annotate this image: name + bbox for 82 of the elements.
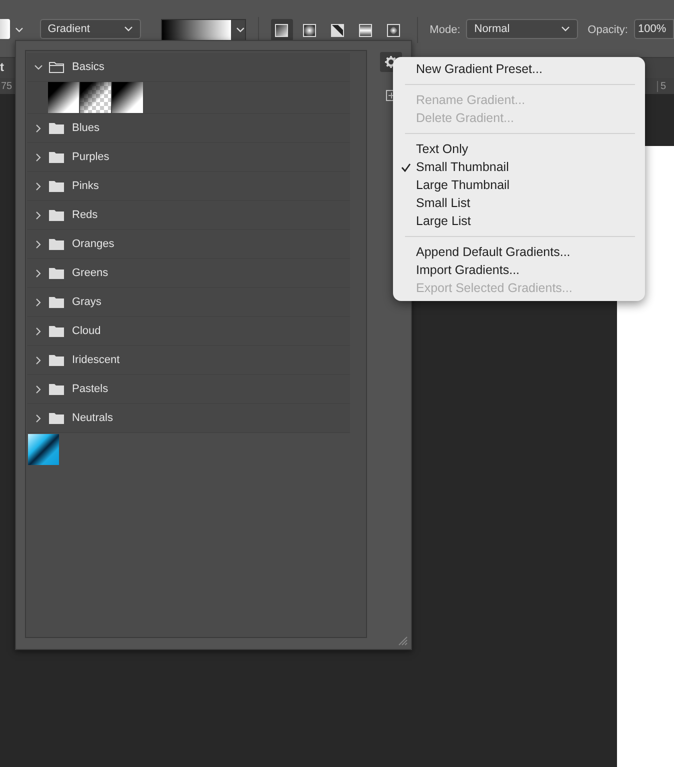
- menu-item[interactable]: Text Only: [393, 140, 645, 158]
- folder-icon: [49, 209, 64, 221]
- caret-icon: [124, 26, 133, 32]
- group-name: Pinks: [72, 180, 99, 192]
- chevron-right-icon[interactable]: [34, 240, 43, 248]
- gradient-group-row[interactable]: Pastels: [27, 375, 350, 404]
- chevron-right-icon[interactable]: [34, 298, 43, 306]
- gradient-group-row[interactable]: Blues: [27, 114, 350, 143]
- gradient-group-row[interactable]: Pinks: [27, 172, 350, 201]
- group-name: Purples: [72, 151, 110, 163]
- gradient-group-row[interactable]: Oranges: [27, 230, 350, 259]
- folder-icon: [49, 180, 64, 192]
- menu-item[interactable]: Append Default Gradients...: [393, 243, 645, 261]
- gradient-group-row[interactable]: Cloud: [27, 317, 350, 346]
- menu-item[interactable]: Small List: [393, 194, 645, 212]
- ruler-label: 75: [0, 80, 12, 92]
- gradient-type-dropdown[interactable]: Gradient: [40, 19, 141, 39]
- menu-item[interactable]: New Gradient Preset...: [393, 60, 645, 78]
- folder-icon: [49, 383, 64, 395]
- opacity-field[interactable]: 100%: [634, 19, 674, 39]
- gradient-swatch[interactable]: [112, 82, 143, 112]
- gear-icon: [385, 56, 397, 68]
- caret-icon: [560, 26, 570, 32]
- caret-icon[interactable]: [15, 27, 24, 33]
- folder-icon: [49, 267, 64, 279]
- gradient-group-row[interactable]: Reds: [27, 201, 350, 230]
- mode-label: Mode:: [430, 24, 460, 36]
- folder-icon: [49, 296, 64, 308]
- document-tab[interactable]: t: [0, 60, 4, 74]
- group-name: Greens: [72, 267, 108, 279]
- folder-icon: [49, 412, 64, 424]
- preset-swatch[interactable]: [0, 19, 10, 39]
- menu-item[interactable]: Small Thumbnail: [393, 158, 645, 176]
- gradient-group-row[interactable]: Basics: [27, 53, 350, 82]
- group-name: Oranges: [72, 238, 114, 250]
- chevron-right-icon[interactable]: [34, 182, 43, 190]
- folder-icon: [49, 354, 64, 366]
- chevron-right-icon[interactable]: [34, 152, 43, 162]
- linear-gradient-icon: [275, 24, 288, 36]
- chevron-right-icon[interactable]: [34, 326, 43, 336]
- group-name: Iridescent: [72, 354, 120, 366]
- gradient-swatch[interactable]: [28, 434, 59, 465]
- gradient-group-row[interactable]: Iridescent: [27, 346, 350, 375]
- folder-icon: [49, 325, 64, 337]
- gradient-swatch[interactable]: [48, 82, 79, 112]
- mode-dropdown[interactable]: Normal: [466, 19, 578, 39]
- opacity-label: Opacity:: [588, 24, 628, 36]
- diamond-gradient-icon: [387, 24, 400, 36]
- ruler-label: 5: [657, 80, 674, 92]
- chevron-right-icon[interactable]: [34, 356, 43, 364]
- folder-icon: [49, 151, 64, 163]
- group-name: Pastels: [72, 383, 108, 395]
- group-name: Grays: [72, 296, 102, 308]
- reflected-gradient-icon: [359, 24, 372, 36]
- gradient-group-row[interactable]: Purples: [27, 143, 350, 172]
- radial-gradient-icon: [303, 24, 316, 36]
- group-name: Basics: [72, 61, 104, 73]
- folder-icon: [49, 122, 64, 134]
- gradient-swatch[interactable]: [80, 82, 111, 112]
- chevron-right-icon[interactable]: [34, 124, 43, 132]
- gradient-group-row[interactable]: Greens: [27, 259, 350, 288]
- gradient-group-row[interactable]: Neutrals: [27, 404, 350, 433]
- chevron-right-icon[interactable]: [34, 384, 43, 394]
- chevron-right-icon[interactable]: [34, 268, 43, 278]
- chevron-right-icon[interactable]: [34, 210, 43, 220]
- menu-item[interactable]: Large List: [393, 212, 645, 230]
- group-name: Neutrals: [72, 412, 113, 424]
- chevron-right-icon[interactable]: [34, 414, 43, 422]
- gradient-style-button[interactable]: [270, 19, 293, 41]
- folder-icon: [49, 238, 64, 250]
- gradient-picker[interactable]: [160, 19, 246, 41]
- angle-gradient-icon: [331, 24, 344, 36]
- gradient-group-row[interactable]: Grays: [27, 288, 350, 317]
- group-name: Cloud: [72, 325, 101, 337]
- menu-item[interactable]: Large Thumbnail: [393, 176, 645, 194]
- group-name: Blues: [72, 122, 100, 134]
- folder-icon: [49, 61, 64, 73]
- chevron-down-icon[interactable]: [34, 62, 43, 72]
- resize-grip-icon[interactable]: [398, 636, 408, 646]
- group-name: Reds: [72, 209, 98, 221]
- caret-icon: [236, 27, 245, 33]
- menu-item[interactable]: Import Gradients...: [393, 261, 645, 279]
